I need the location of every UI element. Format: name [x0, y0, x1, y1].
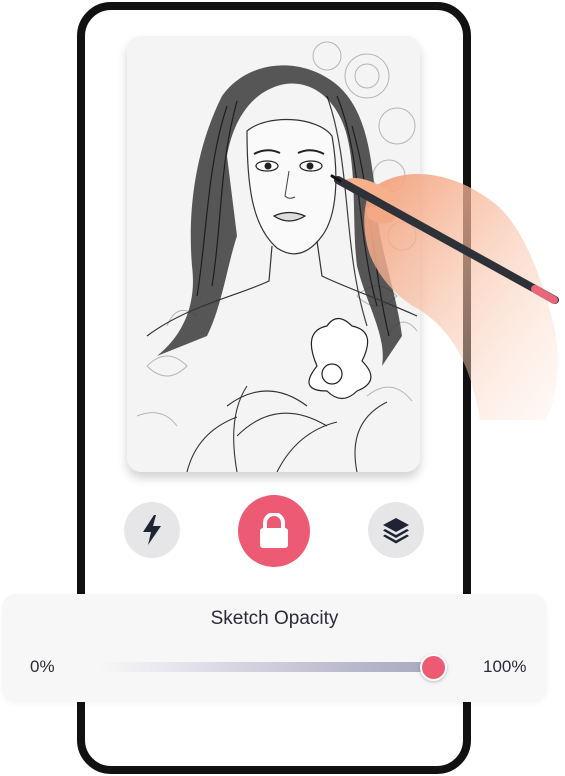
- lock-button[interactable]: [238, 495, 310, 567]
- lightning-bolt-icon: [143, 515, 161, 545]
- opacity-slider-thumb[interactable]: [420, 654, 447, 681]
- flash-button[interactable]: [124, 502, 180, 558]
- drawing-hand-illustration: [330, 173, 559, 420]
- opacity-title: Sketch Opacity: [210, 608, 339, 629]
- layers-icon: [383, 518, 409, 544]
- lock-icon: [260, 513, 288, 548]
- layers-button[interactable]: [368, 502, 424, 558]
- opacity-slider-track[interactable]: [100, 662, 434, 672]
- opacity-max-label: 100%: [483, 657, 527, 676]
- opacity-min-label: 0%: [30, 657, 55, 676]
